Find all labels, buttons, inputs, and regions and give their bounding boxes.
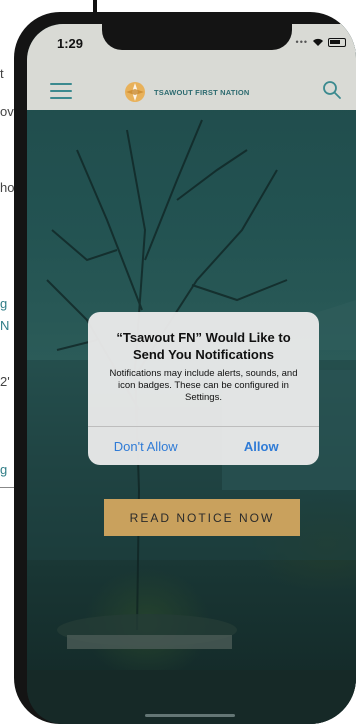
search-icon[interactable] [322, 80, 342, 100]
page-fragment: t [0, 66, 4, 81]
home-indicator[interactable] [145, 714, 235, 717]
page-fragment: ov [0, 104, 14, 119]
phone-frame: TSAWOUT FIRST NATION 1:29 ••• READ NOTIC… [14, 12, 356, 724]
signal-icon: ••• [295, 37, 308, 47]
battery-icon [328, 37, 346, 47]
dialog-actions: Don't Allow Allow [88, 426, 319, 465]
page-fragment: g [0, 462, 8, 477]
read-notice-button[interactable]: READ NOTICE NOW [104, 499, 300, 536]
page-fragment: N [0, 318, 10, 333]
status-icons: ••• [296, 37, 346, 47]
device-notch [102, 24, 292, 50]
wifi-icon [313, 38, 323, 46]
phone-screen: TSAWOUT FIRST NATION 1:29 ••• READ NOTIC… [27, 24, 356, 724]
dialog-title: “Tsawout FN” Would Like to Send You Noti… [116, 330, 291, 362]
brand-logo: TSAWOUT FIRST NATION [122, 80, 250, 104]
brand-name: TSAWOUT FIRST NATION [154, 87, 250, 97]
page-fragment: g [0, 296, 8, 311]
allow-button[interactable]: Allow [204, 427, 320, 465]
logo-icon [125, 82, 145, 102]
dont-allow-button[interactable]: Don't Allow [88, 427, 204, 465]
page-fragment: 2' [0, 374, 10, 389]
dialog-message: Notifications may include alerts, sounds… [109, 368, 298, 403]
hamburger-icon[interactable] [50, 83, 72, 99]
page-fragment: ho [0, 180, 15, 195]
notification-permission-dialog: “Tsawout FN” Would Like to Send You Noti… [88, 312, 319, 465]
status-time: 1:29 [57, 36, 84, 51]
